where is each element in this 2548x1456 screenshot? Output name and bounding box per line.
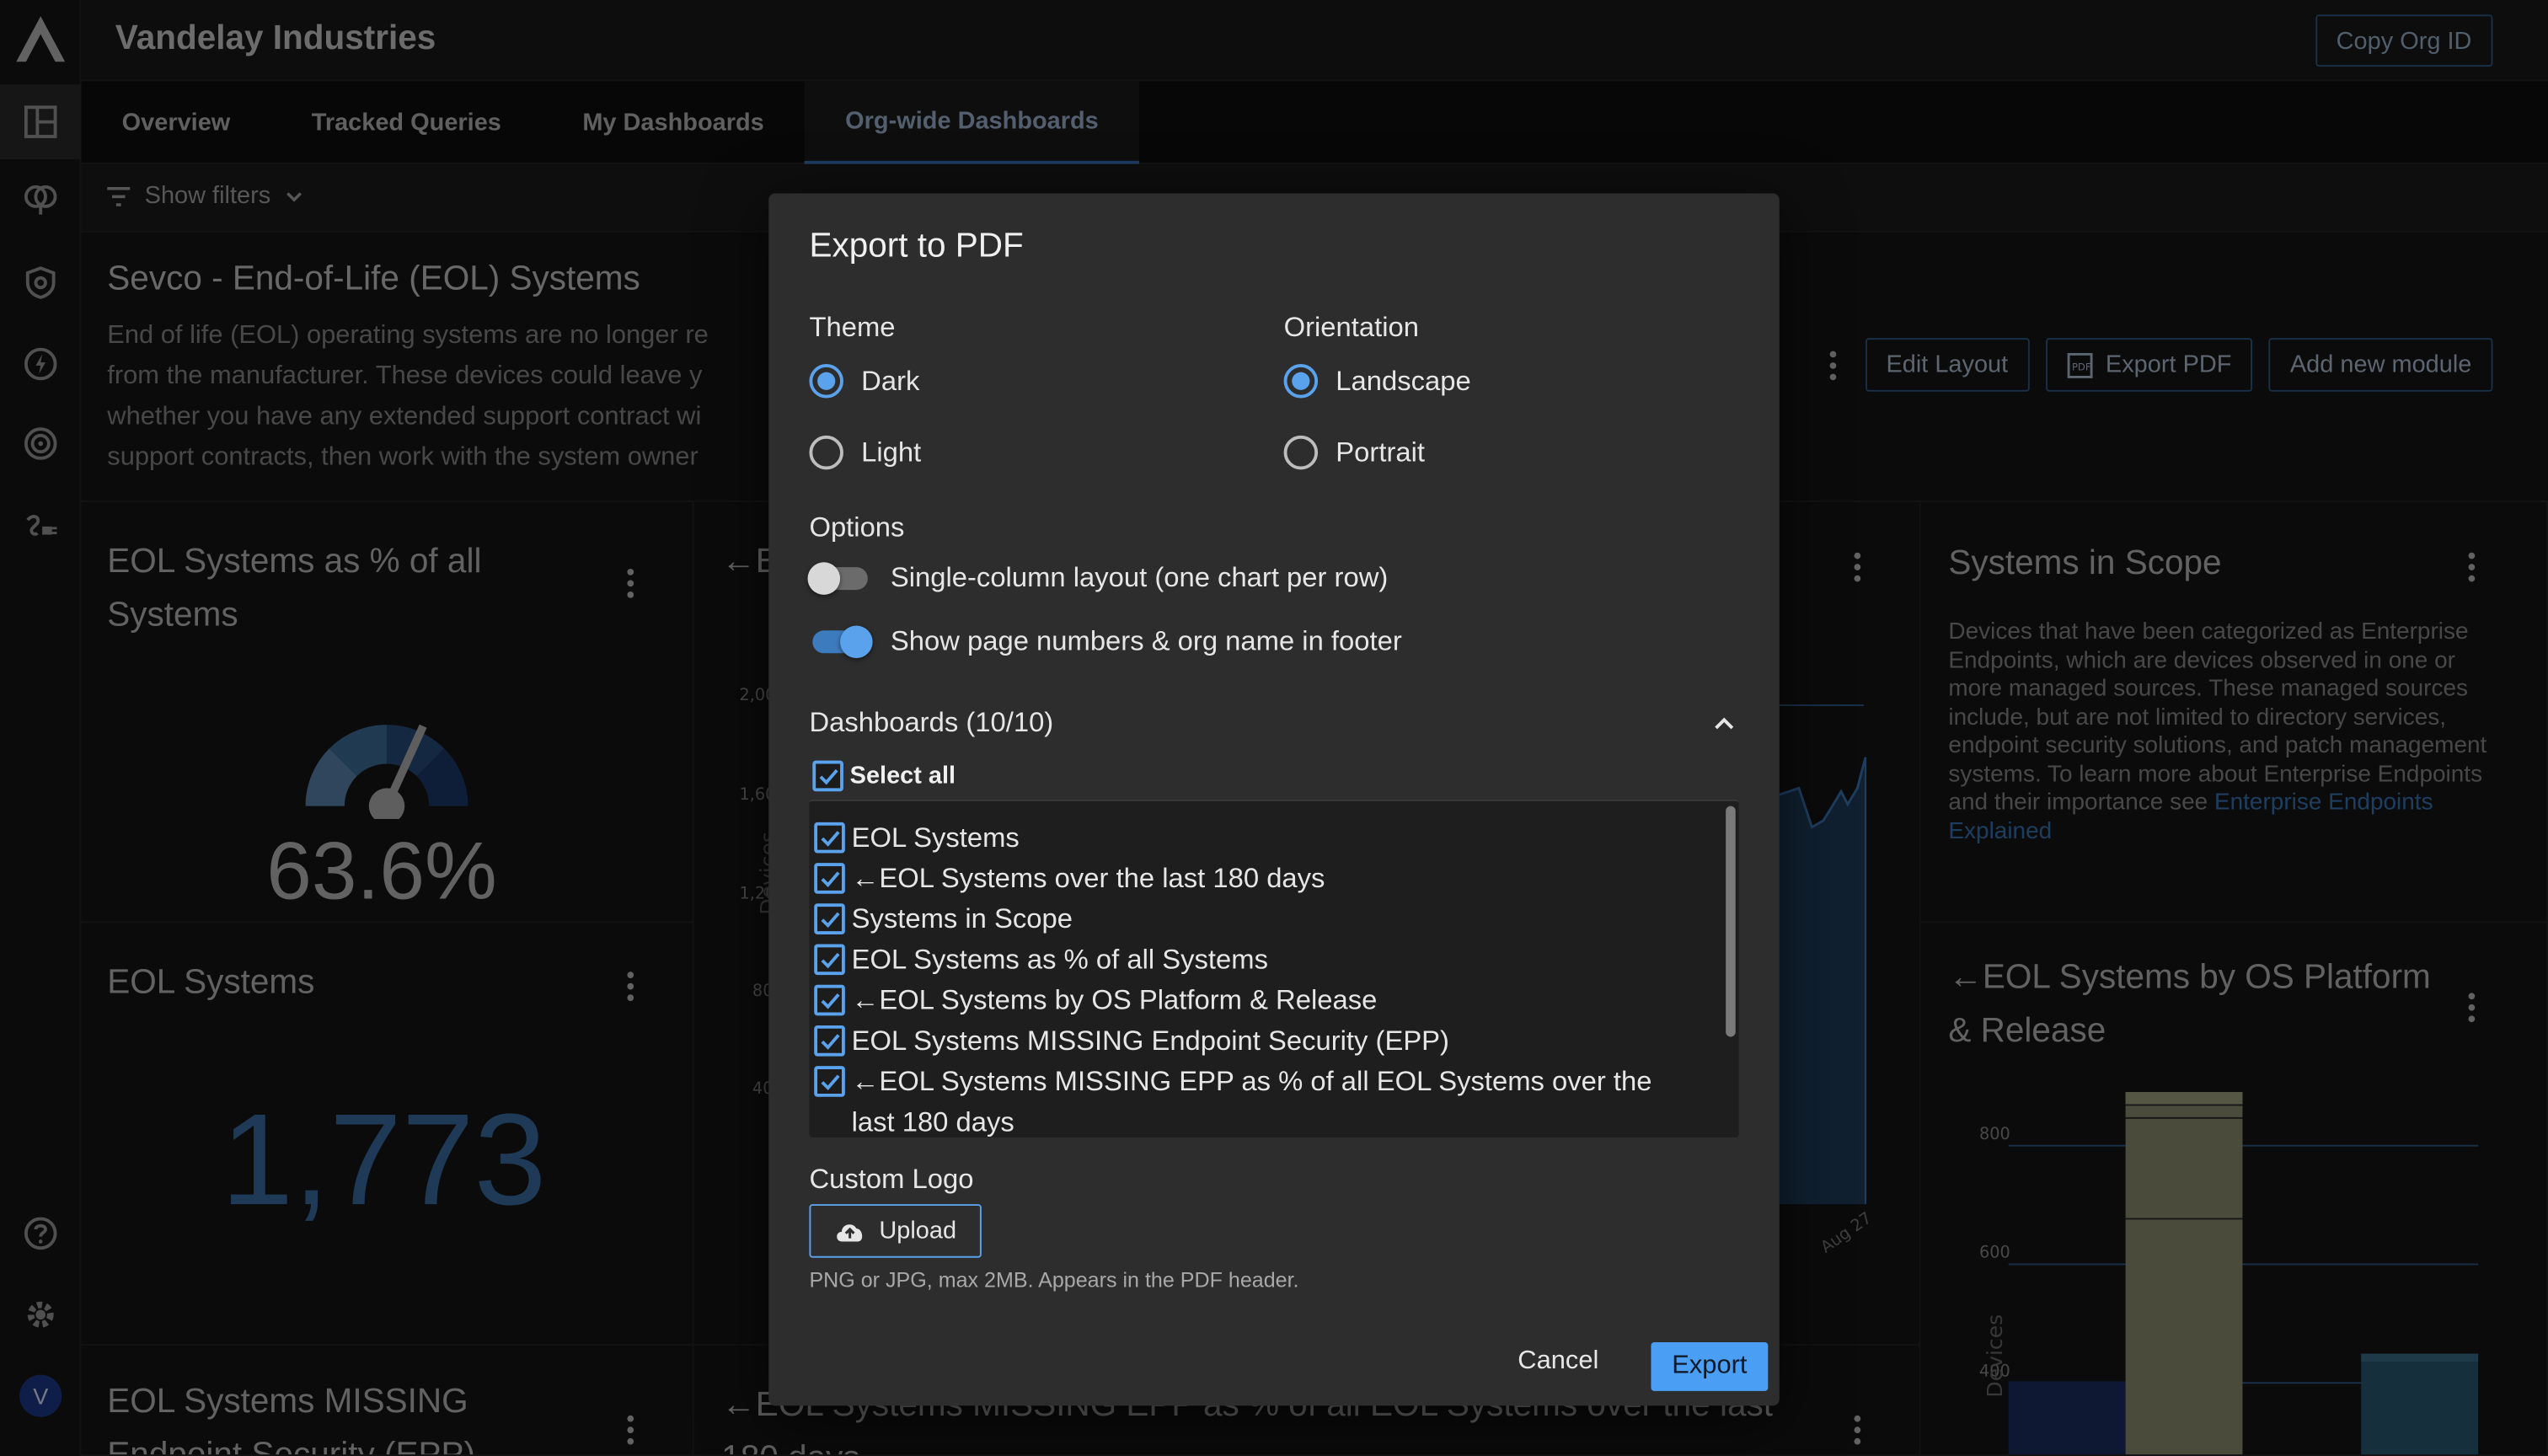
- radio-ring: [1283, 364, 1319, 399]
- dashboards-count-label: Dashboards (10/10): [809, 706, 1054, 738]
- checkbox: [812, 760, 843, 792]
- item-label: EOL Systems MISSING Endpoint Security (E…: [851, 1025, 1449, 1057]
- radio-ring: [809, 435, 843, 470]
- dashboard-checkbox-item[interactable]: ←EOL Systems over the last 180 days: [811, 858, 1672, 898]
- dashboard-checkbox-item[interactable]: ←EOL Systems by OS Platform & Release: [811, 980, 1672, 1020]
- export-button[interactable]: Export: [1651, 1342, 1769, 1391]
- radio-label: Dark: [861, 364, 920, 396]
- app-root: V Vandelay Industries Copy Org ID Overvi…: [0, 0, 2548, 1456]
- footer-toggle[interactable]: Show page numbers & org name in footer: [812, 625, 1402, 659]
- orientation-label: Orientation: [1283, 312, 1419, 343]
- checkbox: [814, 863, 845, 894]
- list-scrollbar[interactable]: [1726, 806, 1736, 1037]
- theme-label: Theme: [809, 312, 896, 343]
- toggle-label: Show page numbers & org name in footer: [890, 625, 1402, 657]
- radio-label: Light: [861, 436, 922, 468]
- dashboard-checkbox-item[interactable]: EOL Systems MISSING Endpoint Security (E…: [811, 1020, 1672, 1061]
- radio-label: Landscape: [1336, 364, 1471, 396]
- dashboard-checkbox-item[interactable]: Systems in Scope: [811, 899, 1672, 939]
- radio-ring: [809, 364, 843, 399]
- upload-hint: PNG or JPG, max 2MB. Appears in the PDF …: [809, 1267, 1299, 1293]
- dashboard-checkbox-item[interactable]: EOL Systems as % of all Systems: [811, 939, 1672, 980]
- select-all-label: Select all: [849, 762, 956, 790]
- check-icon: [820, 911, 839, 928]
- dashboards-list[interactable]: EOL Systems ←EOL Systems over the last 1…: [809, 799, 1739, 1138]
- toggle-label: Single-column layout (one chart per row): [890, 562, 1389, 593]
- item-label: ←EOL Systems over the last 180 days: [851, 863, 1325, 894]
- dashboards-section-header[interactable]: Dashboards (10/10): [809, 707, 1735, 740]
- item-label: Systems in Scope: [851, 903, 1073, 934]
- dashboard-checkbox-item[interactable]: EOL Systems: [811, 817, 1672, 858]
- checkbox: [814, 984, 845, 1016]
- item-label: ←EOL Systems by OS Platform & Release: [851, 984, 1378, 1016]
- upload-label: Upload: [879, 1217, 957, 1245]
- radio-ring: [1283, 435, 1319, 470]
- check-icon: [818, 768, 838, 784]
- select-all-checkbox[interactable]: Select all: [812, 760, 956, 792]
- cloud-upload-icon: [837, 1223, 863, 1241]
- orientation-portrait-radio[interactable]: Portrait: [1283, 435, 1425, 470]
- check-icon: [820, 870, 839, 886]
- check-icon: [820, 993, 839, 1009]
- export-pdf-dialog: Export to PDF Theme Dark Light Orientati…: [768, 193, 1780, 1406]
- custom-logo-label: Custom Logo: [809, 1163, 974, 1195]
- dashboards-list-items: EOL Systems ←EOL Systems over the last 1…: [811, 817, 1672, 1138]
- dialog-title: Export to PDF: [809, 228, 1024, 265]
- radio-label: Portrait: [1336, 436, 1425, 468]
- check-icon: [820, 1033, 839, 1049]
- check-icon: [820, 830, 839, 846]
- item-label: EOL Systems as % of all Systems: [851, 944, 1268, 976]
- check-icon: [820, 1073, 839, 1090]
- checkbox: [814, 903, 845, 934]
- orientation-landscape-radio[interactable]: Landscape: [1283, 364, 1471, 399]
- options-label: Options: [809, 511, 905, 543]
- item-label: EOL Systems: [851, 822, 1020, 854]
- checkbox: [814, 1025, 845, 1057]
- checkbox: [814, 944, 845, 976]
- dashboard-checkbox-item[interactable]: ←EOL Systems MISSING EPP as % of all EOL…: [811, 1061, 1672, 1138]
- cancel-button[interactable]: Cancel: [1518, 1347, 1598, 1377]
- theme-dark-radio[interactable]: Dark: [809, 364, 919, 399]
- item-label: ←EOL Systems MISSING EPP as % of all EOL…: [851, 1066, 1652, 1138]
- toggle-knob: [807, 562, 841, 595]
- upload-logo-button[interactable]: Upload: [809, 1204, 982, 1258]
- toggle-track: [812, 625, 873, 659]
- checkbox: [814, 1066, 845, 1097]
- toggle-track: [807, 562, 868, 595]
- toggle-knob: [840, 625, 873, 659]
- theme-light-radio[interactable]: Light: [809, 435, 922, 470]
- chevron-up-icon[interactable]: [1713, 716, 1736, 731]
- checkbox: [814, 822, 845, 854]
- single-column-toggle[interactable]: Single-column layout (one chart per row): [807, 562, 1389, 595]
- check-icon: [820, 951, 839, 968]
